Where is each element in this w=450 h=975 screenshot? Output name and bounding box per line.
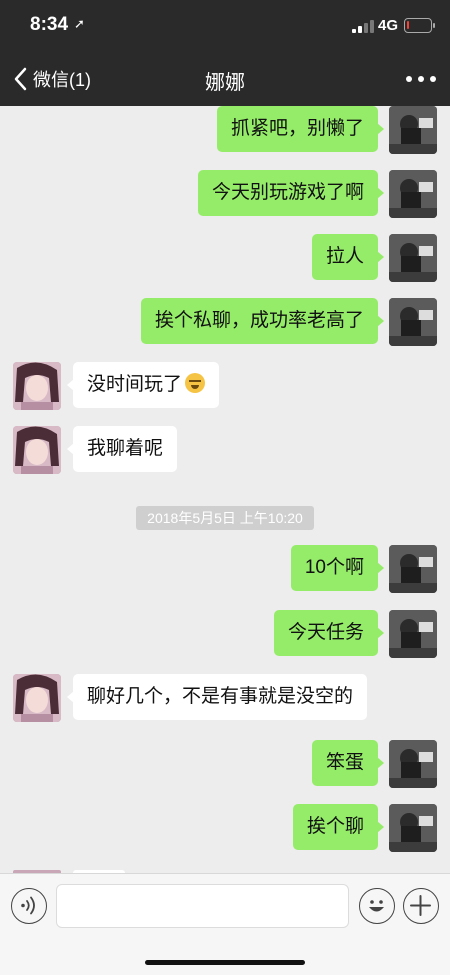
plus-button[interactable] [403, 888, 439, 924]
message-text: 没时间玩了 [87, 374, 183, 395]
self-avatar[interactable] [389, 170, 437, 218]
emoji-face-icon [369, 900, 384, 912]
chat-timestamp: 2018年5月5日 上午10:20 [136, 506, 314, 530]
voice-icon [21, 896, 35, 915]
self-avatar[interactable] [389, 804, 437, 852]
message-row: 10个啊 [0, 545, 450, 593]
message-bubble-sent[interactable]: 挨个私聊，成功率老高了 [140, 298, 385, 344]
self-avatar[interactable] [389, 740, 437, 788]
message-row: 拉人 [0, 234, 450, 282]
self-avatar[interactable] [389, 298, 437, 346]
plus-icon [410, 895, 431, 916]
chat-area[interactable]: 抓紧吧，别懒了 今天别玩游戏了啊 拉人 挨个私聊，成功率老高了 没时间玩了 我聊… [0, 106, 450, 873]
self-avatar[interactable] [389, 234, 437, 282]
message-bubble-sent[interactable]: 笨蛋 [311, 740, 385, 786]
contact-avatar[interactable] [13, 674, 61, 722]
message-bubble-received[interactable]: 我聊着呢 [66, 426, 178, 472]
self-avatar[interactable] [389, 610, 437, 658]
message-row: 今天别玩游戏了啊 [0, 170, 450, 218]
message-row: 聊好几个，不是有事就是没空的 [0, 674, 450, 722]
voice-button[interactable] [11, 888, 47, 924]
home-indicator [145, 960, 305, 965]
emoji-button[interactable] [359, 888, 395, 924]
message-row: 挨个私聊，成功率老高了 [0, 298, 450, 346]
battery-icon [404, 18, 435, 33]
message-row: 笨蛋 [0, 740, 450, 788]
status-bar: 8:34 ➚ 4G [0, 0, 450, 54]
battery-level [407, 21, 409, 29]
signal-strength-icon [352, 19, 374, 33]
chat-title: 娜娜 [205, 72, 245, 94]
message-bubble-sent[interactable]: 拉人 [311, 234, 385, 280]
status-time: 8:34 [30, 14, 69, 35]
message-bubble-received[interactable]: 没时间玩了 [66, 362, 220, 408]
header: 8:34 ➚ 4G 微信(1) 娜娜 [0, 0, 450, 106]
contact-avatar[interactable] [13, 426, 61, 474]
self-avatar[interactable] [389, 545, 437, 593]
sweat-smile-emoji [185, 373, 206, 393]
message-bubble-sent[interactable]: 抓紧吧，别懒了 [216, 106, 385, 152]
message-row: 挨个聊 [0, 804, 450, 852]
message-input[interactable] [56, 884, 349, 928]
network-type: 4G [378, 17, 399, 34]
message-bubble-sent[interactable]: 挨个聊 [292, 804, 385, 850]
location-arrow-icon: ➚ [74, 16, 85, 31]
message-row: 今天任务 [0, 610, 450, 658]
more-button[interactable] [406, 68, 436, 90]
input-bar [0, 873, 450, 975]
message-row: 我聊着呢 [0, 426, 450, 474]
message-bubble-received[interactable]: 聊好几个，不是有事就是没空的 [66, 674, 368, 720]
more-dots-icon [406, 76, 412, 82]
nav-bar: 微信(1) 娜娜 [0, 54, 450, 106]
message-bubble-sent[interactable]: 10个啊 [290, 545, 385, 591]
message-row: 没时间玩了 [0, 362, 450, 410]
message-bubble-sent[interactable]: 今天任务 [273, 610, 385, 656]
message-bubble-sent[interactable]: 今天别玩游戏了啊 [197, 170, 385, 216]
self-avatar[interactable] [389, 106, 437, 154]
message-row: 抓紧吧，别懒了 [0, 106, 450, 154]
contact-avatar[interactable] [13, 362, 61, 410]
